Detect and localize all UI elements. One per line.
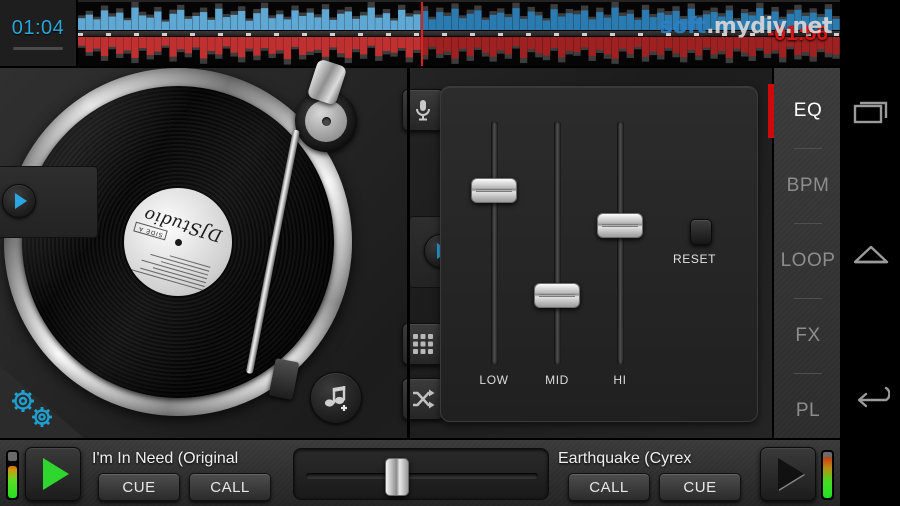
play-arrow-icon [777, 458, 804, 490]
crossfader-track [306, 473, 538, 479]
recents-icon[interactable] [852, 94, 890, 132]
crossfader[interactable] [293, 448, 549, 500]
tab-loop[interactable]: LOOP [774, 224, 842, 298]
eq-panel: LOW MID HI RESET [440, 86, 758, 422]
play-arrow-icon [14, 193, 27, 209]
eq-reset-button[interactable] [690, 219, 712, 245]
watermark-part-one: soft [659, 14, 707, 39]
eq-low-label: LOW [479, 373, 509, 387]
bottom-control-bar: I'm In Need (Original CUE CALL Earthquak… [0, 438, 840, 506]
eq-hi-track[interactable] [617, 121, 624, 365]
crossfader-knob[interactable] [385, 458, 409, 496]
deck-b-track-title: Earthquake (Cyrex [558, 450, 692, 467]
eq-hi-knob[interactable] [597, 213, 643, 238]
vinyl-label-print [130, 243, 211, 291]
add-music-button[interactable] [310, 372, 362, 424]
deck-b-cue-label: CUE [683, 478, 717, 496]
eq-mid-knob[interactable] [534, 283, 580, 309]
deck-a-call-label: CALL [210, 478, 250, 496]
home-icon[interactable] [852, 236, 890, 274]
eq-mid-label: MID [545, 373, 569, 387]
tab-pl[interactable]: PL [774, 374, 842, 448]
grid-pads-icon [413, 334, 433, 354]
eq-low-knob[interactable] [471, 177, 517, 203]
tab-bpm[interactable]: BPM [774, 149, 842, 223]
vu-level-fill [823, 456, 832, 498]
deck-b-call-label: CALL [589, 478, 629, 496]
vinyl-record[interactable]: SIDE A DJStudio [22, 86, 334, 398]
tab-eq[interactable]: EQ [768, 74, 842, 148]
site-watermark: soft.mydiv.net [659, 14, 833, 39]
microphone-icon [416, 100, 430, 121]
deck-a-vu-meter [6, 450, 19, 500]
tab-loop-label: LOOP [780, 250, 836, 271]
eq-reset-label: RESET [673, 252, 717, 266]
active-tab-indicator [768, 84, 774, 138]
deck-a-cue-label: CUE [122, 478, 156, 496]
deck-b-transport-play[interactable] [760, 447, 816, 501]
shuffle-icon [413, 389, 435, 409]
eq-mid-track[interactable] [554, 121, 561, 365]
deck-a-cue-button[interactable]: CUE [98, 473, 180, 501]
deck-a-track-title: I'm In Need (Original [92, 450, 239, 467]
main-panel: SIDE A DJStudio LOW MID HI RESET EQ BPM … [0, 58, 842, 438]
timer-progress-bar [13, 46, 63, 50]
tab-fx-label: FX [795, 325, 821, 346]
tab-fx[interactable]: FX [774, 299, 842, 373]
add-music-note-icon [324, 386, 347, 411]
dj-app-window: 01:04 -01:56 soft.mydiv.net SIDE A DJStu… [0, 0, 840, 506]
android-navbar [840, 0, 900, 506]
right-tab-strip: EQ BPM LOOP FX PL [768, 68, 842, 438]
spindle [174, 238, 182, 246]
tab-bpm-label: BPM [786, 175, 830, 196]
deck-a-transport-play[interactable] [25, 447, 81, 501]
vu-level-fill [8, 466, 17, 498]
tonearm-plate [305, 100, 347, 142]
play-arrow-icon [42, 458, 69, 490]
tab-eq-label: EQ [793, 100, 823, 121]
playhead-marker[interactable] [420, 2, 423, 66]
deck-a-call-button[interactable]: CALL [189, 473, 271, 501]
deck-b-vu-meter [821, 450, 834, 500]
deck-b-call-button[interactable]: CALL [568, 473, 650, 501]
eq-low-track[interactable] [491, 121, 498, 365]
elapsed-time-text: 01:04 [11, 16, 65, 39]
deck-b-cue-button[interactable]: CUE [659, 473, 741, 501]
vu-peak-cap [8, 452, 17, 461]
back-icon[interactable] [852, 374, 890, 412]
tab-pl-label: PL [795, 400, 821, 421]
eq-hi-label: HI [613, 373, 627, 387]
watermark-part-two: .mydiv.net [706, 14, 832, 39]
center-divider [407, 68, 410, 438]
elapsed-timer[interactable]: 01:04 [0, 0, 78, 66]
gears-icon[interactable] [4, 384, 62, 432]
deck-a-play-button[interactable] [2, 184, 36, 218]
